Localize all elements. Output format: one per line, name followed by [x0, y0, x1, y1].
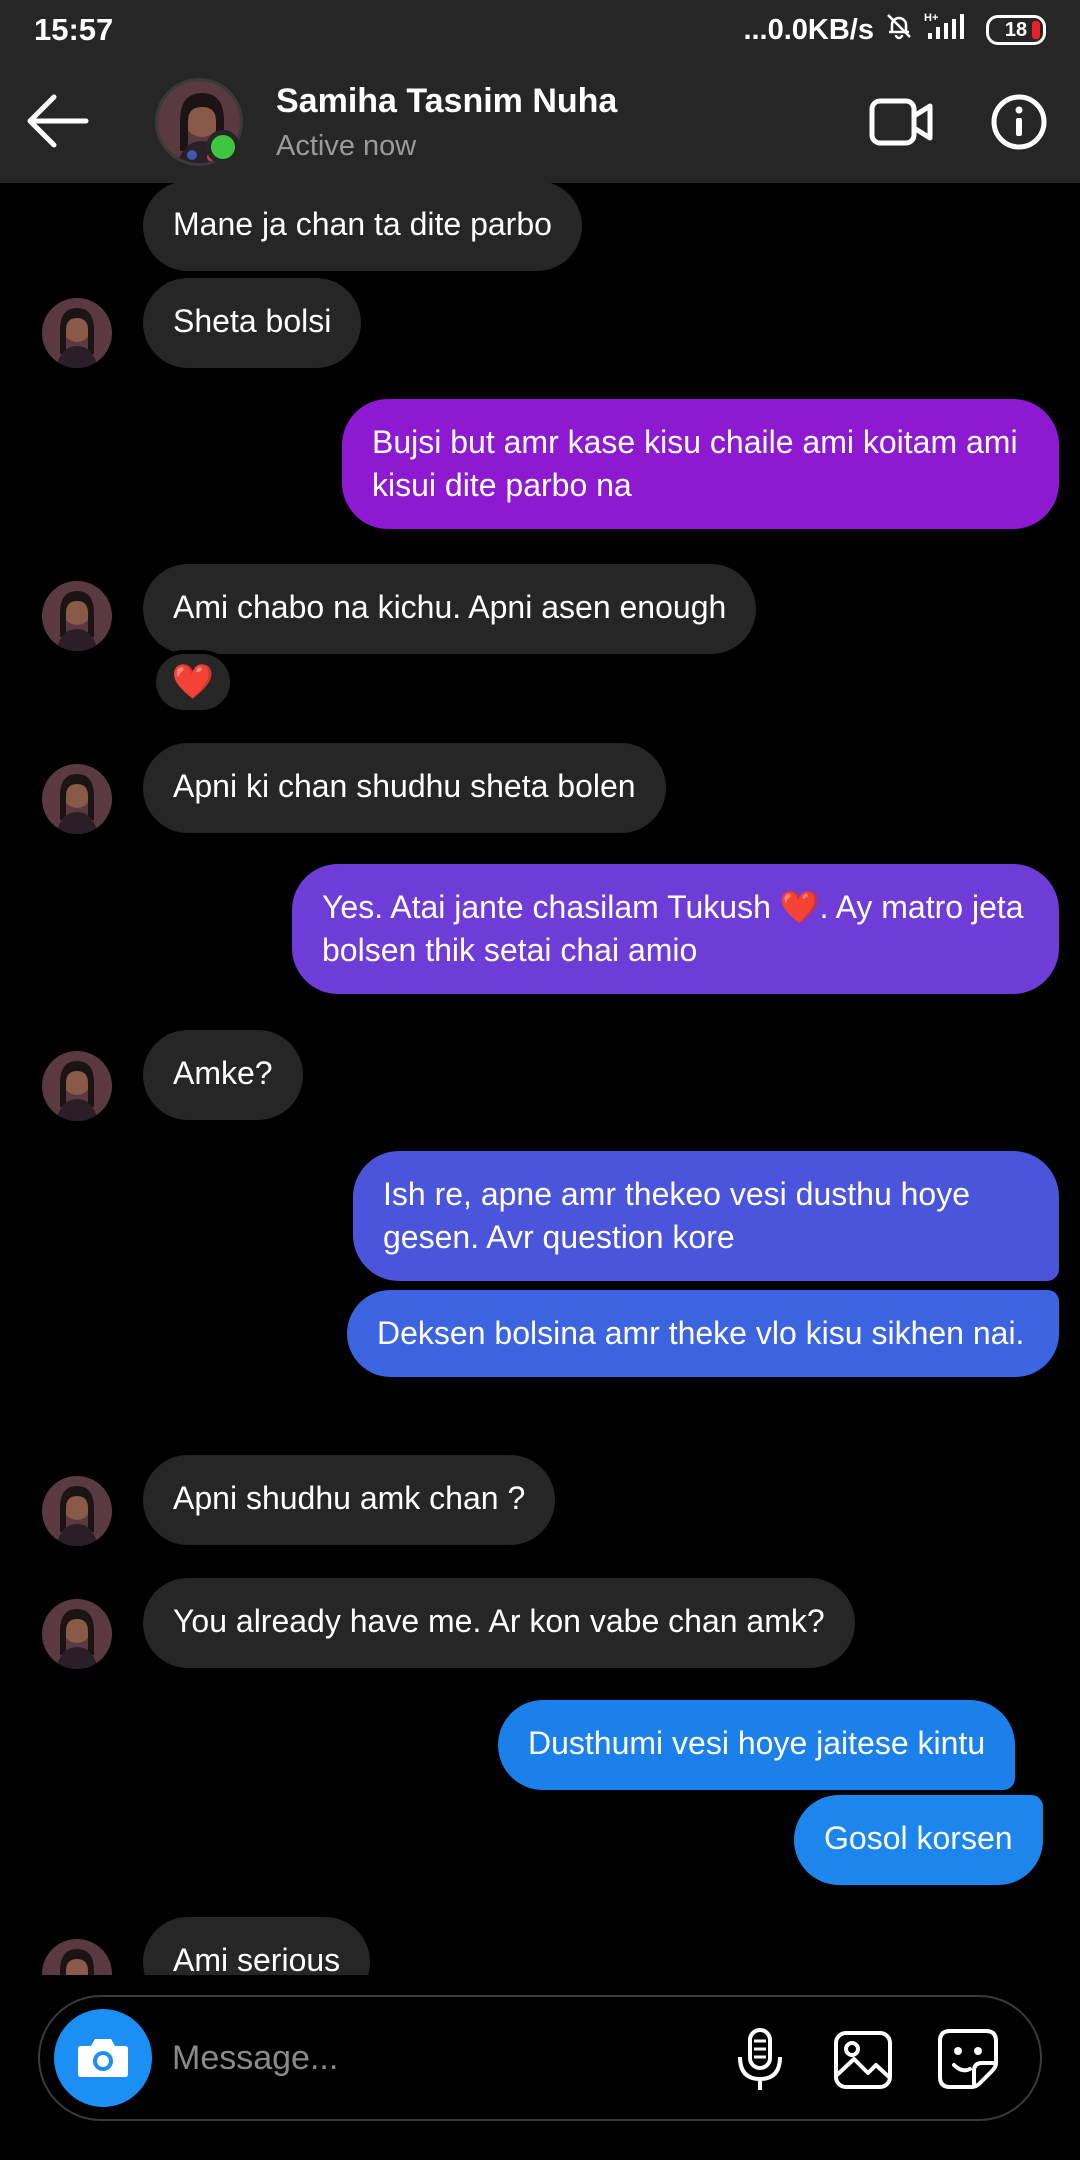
- back-button[interactable]: [24, 90, 94, 152]
- gallery-icon: [834, 2031, 892, 2089]
- message-outgoing[interactable]: Yes. Atai jante chasilam Tukush ❤️. Ay m…: [292, 864, 1059, 994]
- video-call-icon: [869, 98, 933, 146]
- message-outgoing[interactable]: Dusthumi vesi hoye jaitese kintu: [498, 1700, 1016, 1790]
- message-incoming[interactable]: Ami serious: [143, 1917, 371, 1975]
- sticker-icon: [938, 2029, 998, 2089]
- gallery-button[interactable]: [832, 2029, 894, 2091]
- sender-avatar[interactable]: [42, 1476, 112, 1546]
- message-incoming[interactable]: Sheta bolsi: [143, 278, 362, 368]
- battery-icon: 18: [986, 15, 1046, 45]
- online-indicator: [206, 130, 240, 164]
- signal-icon: H+: [924, 11, 976, 49]
- message-outgoing[interactable]: Ish re, apne amr thekeo vesi dusthu hoye…: [353, 1151, 1059, 1281]
- info-button[interactable]: [989, 92, 1049, 152]
- network-speed: ...0.0KB/s: [743, 13, 874, 46]
- status-time: 15:57: [34, 12, 114, 47]
- sender-avatar[interactable]: [42, 764, 112, 834]
- message-input[interactable]: [172, 2027, 712, 2089]
- sticker-button[interactable]: [936, 2027, 1000, 2091]
- mute-bell-icon: [884, 11, 914, 49]
- sender-avatar[interactable]: [42, 1051, 112, 1121]
- microphone-icon: [738, 2028, 782, 2090]
- contact-status: Active now: [276, 130, 417, 162]
- message-incoming[interactable]: Mane ja chan ta dite parbo: [143, 183, 582, 271]
- sender-avatar[interactable]: [42, 581, 112, 651]
- message-composer: [38, 1995, 1042, 2121]
- message-outgoing[interactable]: Deksen bolsina amr theke vlo kisu sikhen…: [347, 1290, 1059, 1377]
- info-icon: [991, 94, 1047, 150]
- sender-avatar[interactable]: [42, 1599, 112, 1669]
- camera-button[interactable]: [54, 2009, 152, 2107]
- status-bar: 15:57 ...0.0KB/s H+ 18: [0, 0, 1080, 60]
- video-call-button[interactable]: [868, 96, 934, 148]
- network-type: H+: [924, 12, 938, 24]
- chat-header: Samiha Tasnim Nuha Active now: [0, 60, 1080, 183]
- message-outgoing[interactable]: Bujsi but amr kase kisu chaile ami koita…: [342, 399, 1059, 529]
- message-outgoing[interactable]: Gosol korsen: [794, 1795, 1043, 1885]
- back-arrow-icon: [27, 94, 89, 148]
- heart-reaction[interactable]: ❤️: [152, 650, 234, 714]
- message-incoming[interactable]: Apni ki chan shudhu sheta bolen: [143, 743, 666, 833]
- message-incoming[interactable]: Apni shudhu amk chan ?: [143, 1455, 556, 1545]
- sender-avatar[interactable]: [42, 298, 112, 368]
- sender-avatar[interactable]: [42, 1939, 112, 1975]
- microphone-button[interactable]: [730, 2027, 790, 2093]
- contact-name[interactable]: Samiha Tasnim Nuha: [276, 82, 617, 121]
- message-incoming[interactable]: Amke?: [143, 1030, 303, 1120]
- battery-level: 18: [1004, 18, 1028, 41]
- message-incoming[interactable]: You already have me. Ar kon vabe chan am…: [143, 1578, 855, 1668]
- message-list[interactable]: Mane ja chan ta dite parbo Sheta bolsi B…: [0, 183, 1080, 1975]
- message-incoming[interactable]: Ami chabo na kichu. Apni asen enough: [143, 564, 757, 654]
- camera-icon: [78, 2039, 128, 2077]
- status-indicators: ...0.0KB/s H+ 18: [743, 10, 1046, 50]
